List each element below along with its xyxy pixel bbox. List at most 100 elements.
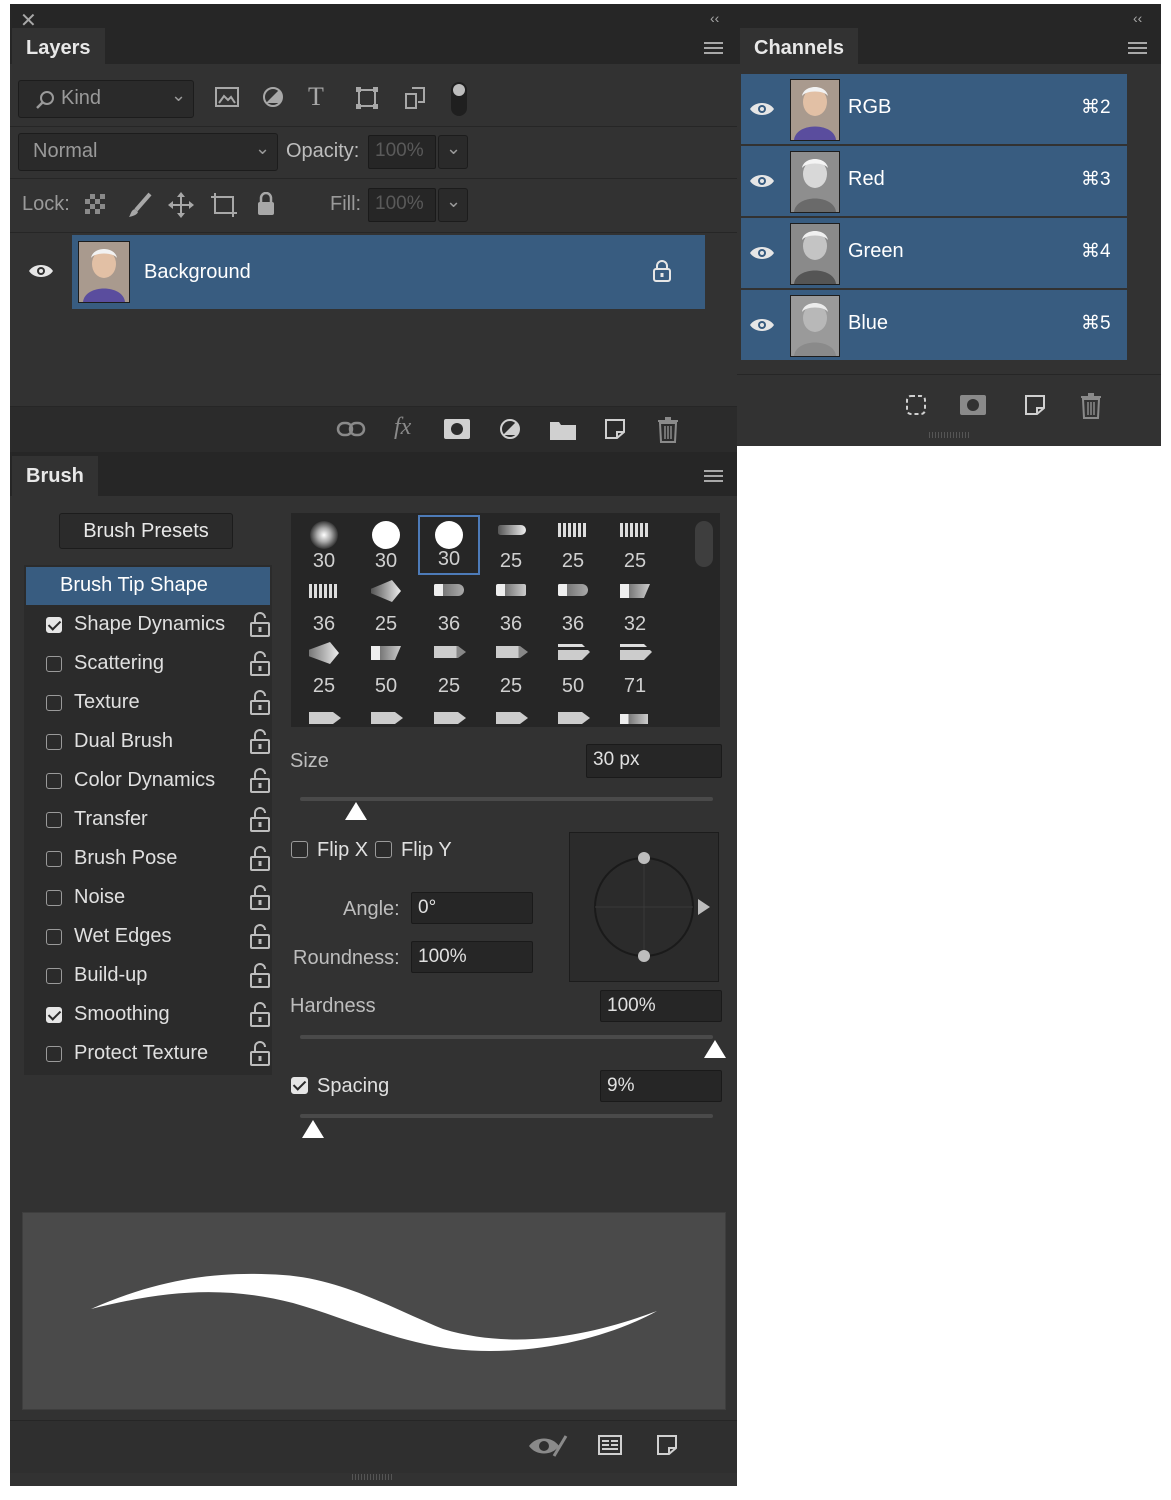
lock-open-icon[interactable] bbox=[250, 962, 270, 988]
eye-icon[interactable] bbox=[749, 245, 775, 261]
link-icon[interactable] bbox=[336, 420, 366, 438]
fx-icon[interactable]: fx bbox=[394, 414, 411, 441]
collapse-icon[interactable]: ‹‹ bbox=[1133, 10, 1142, 26]
checkbox[interactable] bbox=[46, 734, 62, 750]
checkbox[interactable] bbox=[46, 929, 62, 945]
option-color-dynamics[interactable]: Color Dynamics bbox=[34, 764, 280, 800]
toggle-live-tip-preview-icon[interactable] bbox=[528, 1434, 568, 1458]
layer-mask-icon[interactable] bbox=[444, 419, 470, 439]
panel-menu-icon[interactable] bbox=[704, 42, 723, 56]
brush-tip[interactable]: 30 bbox=[293, 515, 355, 575]
panel-menu-icon[interactable] bbox=[704, 470, 723, 484]
brush-tip[interactable]: 50 bbox=[355, 640, 417, 700]
new-channel-icon[interactable] bbox=[1024, 394, 1046, 416]
lock-open-icon[interactable] bbox=[250, 767, 270, 793]
channel-row-red[interactable]: Red ⌘3 bbox=[741, 146, 1127, 216]
brush-tip[interactable]: 36 bbox=[542, 578, 604, 638]
spacing-checkbox[interactable] bbox=[291, 1077, 308, 1094]
brush-tip[interactable]: 71 bbox=[604, 640, 666, 700]
lock-open-icon[interactable] bbox=[250, 923, 270, 949]
checkbox[interactable] bbox=[46, 773, 62, 789]
panel-menu-icon[interactable] bbox=[1128, 42, 1147, 56]
lock-open-icon[interactable] bbox=[250, 689, 270, 715]
channel-row-green[interactable]: Green ⌘4 bbox=[741, 218, 1127, 288]
trash-icon[interactable] bbox=[657, 417, 679, 443]
option-noise[interactable]: Noise bbox=[34, 881, 280, 917]
checkbox[interactable] bbox=[46, 851, 62, 867]
new-brush-icon[interactable] bbox=[656, 1434, 678, 1456]
lock-open-icon[interactable] bbox=[250, 884, 270, 910]
angle-field[interactable]: 0° bbox=[411, 892, 533, 924]
angle-roundness-widget[interactable] bbox=[569, 832, 719, 982]
eye-icon[interactable] bbox=[28, 263, 54, 279]
opacity-field[interactable]: 100% bbox=[368, 135, 436, 169]
tip-grid-scrollbar[interactable] bbox=[695, 521, 713, 567]
brush-tip[interactable]: 30 bbox=[355, 515, 417, 575]
brush-tip[interactable]: 50 bbox=[542, 640, 604, 700]
lock-open-icon[interactable] bbox=[250, 845, 270, 871]
brush-tip-shape-option[interactable]: Brush Tip Shape bbox=[26, 567, 270, 605]
option-texture[interactable]: Texture bbox=[34, 686, 280, 722]
lock-open-icon[interactable] bbox=[250, 650, 270, 676]
brush-tip[interactable]: 25 bbox=[542, 515, 604, 575]
resize-grip[interactable] bbox=[352, 1474, 392, 1480]
tab-brush[interactable]: Brush bbox=[12, 456, 98, 496]
spacing-slider-track[interactable] bbox=[300, 1114, 713, 1118]
lock-position-icon[interactable] bbox=[168, 192, 194, 218]
checkbox[interactable] bbox=[46, 695, 62, 711]
adjustment-layer-icon[interactable] bbox=[499, 418, 521, 440]
checkbox[interactable] bbox=[46, 1046, 62, 1062]
option-wet-edges[interactable]: Wet Edges bbox=[34, 920, 280, 956]
option-transfer[interactable]: Transfer bbox=[34, 803, 280, 839]
brush-tip-selected[interactable]: 30 bbox=[418, 515, 480, 575]
opacity-dropdown-button[interactable]: ⌄ bbox=[438, 135, 468, 169]
brush-tip[interactable]: 36 bbox=[480, 578, 542, 638]
fill-field[interactable]: 100% bbox=[368, 188, 436, 222]
brush-tip[interactable]: 25 bbox=[604, 515, 666, 575]
brush-presets-button[interactable]: Brush Presets bbox=[59, 513, 233, 549]
spacing-slider-thumb[interactable] bbox=[302, 1120, 324, 1138]
option-shape-dynamics[interactable]: Shape Dynamics bbox=[34, 608, 280, 644]
checkbox[interactable] bbox=[46, 968, 62, 984]
checkbox[interactable] bbox=[46, 812, 62, 828]
adjustment-filter-icon[interactable] bbox=[262, 86, 284, 108]
eye-icon[interactable] bbox=[749, 173, 775, 189]
brush-tip[interactable]: 25 bbox=[293, 640, 355, 700]
hardness-slider-thumb[interactable] bbox=[704, 1040, 726, 1058]
lock-brush-icon[interactable] bbox=[128, 192, 152, 218]
hardness-slider-track[interactable] bbox=[300, 1035, 713, 1039]
smart-object-filter-icon[interactable] bbox=[404, 86, 426, 110]
checkbox[interactable] bbox=[46, 656, 62, 672]
checkbox[interactable] bbox=[46, 1007, 62, 1023]
checkbox[interactable] bbox=[46, 617, 62, 633]
option-build-up[interactable]: Build-up bbox=[34, 959, 280, 995]
shape-filter-icon[interactable] bbox=[355, 86, 379, 110]
option-scattering[interactable]: Scattering bbox=[34, 647, 280, 683]
eye-icon[interactable] bbox=[749, 101, 775, 117]
brush-tip[interactable]: 25 bbox=[480, 640, 542, 700]
collapse-icon[interactable]: ‹‹ bbox=[710, 10, 719, 26]
brush-settings-icon[interactable] bbox=[598, 1435, 622, 1455]
size-slider-thumb[interactable] bbox=[345, 802, 367, 820]
flip-x-checkbox[interactable] bbox=[291, 841, 308, 858]
kind-filter-dropdown[interactable]: Kind ⌄ bbox=[18, 80, 194, 118]
lock-artboard-icon[interactable] bbox=[210, 192, 238, 218]
layer-row-background[interactable]: Background bbox=[10, 233, 737, 311]
option-protect-texture[interactable]: Protect Texture bbox=[34, 1037, 280, 1073]
trash-icon[interactable] bbox=[1080, 393, 1102, 419]
size-field[interactable]: 30 px bbox=[586, 744, 722, 778]
filter-toggle[interactable] bbox=[451, 82, 467, 116]
lock-open-icon[interactable] bbox=[250, 1001, 270, 1027]
tab-channels[interactable]: Channels bbox=[740, 28, 859, 68]
spacing-field[interactable]: 9% bbox=[600, 1070, 722, 1102]
eye-icon[interactable] bbox=[749, 317, 775, 333]
channel-row-rgb[interactable]: RGB ⌘2 bbox=[741, 74, 1127, 144]
save-selection-icon[interactable] bbox=[960, 395, 986, 415]
lock-open-icon[interactable] bbox=[250, 806, 270, 832]
brush-tip[interactable]: 32 bbox=[604, 578, 666, 638]
new-layer-icon[interactable] bbox=[604, 418, 626, 440]
roundness-field[interactable]: 100% bbox=[411, 941, 533, 973]
tab-layers[interactable]: Layers bbox=[12, 28, 105, 68]
pixel-filter-icon[interactable] bbox=[215, 86, 239, 108]
blend-mode-dropdown[interactable]: Normal ⌄ bbox=[18, 133, 278, 171]
